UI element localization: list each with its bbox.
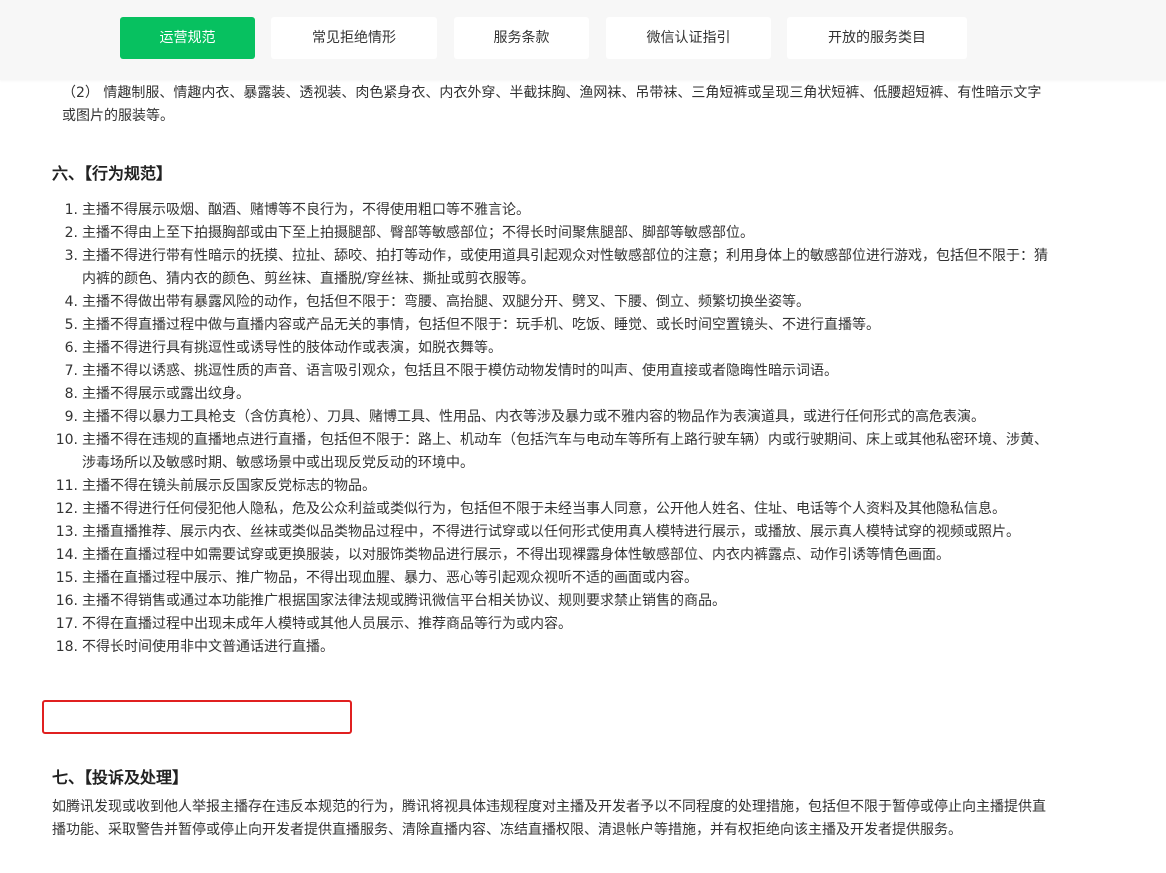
list-item: 14. 主播在直播过程中如需要试穿或更换服装，以对服饰类物品进行展示，不得出现裸露… bbox=[55, 547, 950, 563]
rule-18-highlight-box bbox=[42, 700, 352, 734]
list-item: 13. 主播直播推荐、展示内衣、丝袜或类似品类物品过程中，不得进行试穿或以任何形式… bbox=[55, 524, 1020, 540]
tab-wechat-certification-guide[interactable]: 微信认证指引 bbox=[606, 17, 771, 59]
list-item: 9. 主播不得以暴力工具枪支（含仿真枪）、刀具、赌博工具、性用品、内衣等涉及暴力或… bbox=[64, 409, 985, 425]
list-item: 2. 主播不得由上至下拍摄胸部或由下至上拍摄腿部、臀部等敏感部位；不得长时间聚焦腿… bbox=[64, 225, 754, 241]
complaints-paragraph: 如腾讯发现或收到他人举报主播存在违反本规范的行为，腾讯将视具体违规程度对主播及开… bbox=[52, 799, 1046, 838]
list-item: 11. 主播不得在镜头前展示反国家反党标志的物品。 bbox=[55, 478, 376, 494]
list-item: 17. 不得在直播过程中出现未成年人模特或其他人员展示、推荐商品等行为或内容。 bbox=[55, 616, 572, 632]
section-7-heading: 七、【投诉及处理】 bbox=[52, 768, 189, 787]
list-item: 4. 主播不得做出带有暴露风险的动作，包括但不限于：弯腰、高抬腿、双腿分开、劈叉、… bbox=[64, 294, 810, 310]
list-item: 15. 主播在直播过程中展示、推广物品，不得出现血腥、暴力、恶心等引起观众视听不适… bbox=[55, 570, 698, 586]
tab-service-terms[interactable]: 服务条款 bbox=[454, 17, 589, 59]
list-item: 6. 主播不得进行具有挑逗性或诱导性的肢体动作或表演，如脱衣舞等。 bbox=[64, 340, 502, 356]
list-item: 5. 主播不得直播过程中做与直播内容或产品无关的事情，包括但不限于：玩手机、吃饭、… bbox=[64, 317, 880, 333]
top-nav-bar: 运营规范 常见拒绝情形 服务条款 微信认证指引 开放的服务类目 bbox=[0, 0, 1166, 80]
list-item: 10. 主播不得在违规的直播地点进行直播，包括但不限于：路上、机动车（包括汽车与电… bbox=[55, 432, 1048, 471]
behavior-rules-list: 1. 主播不得展示吸烟、酗酒、赌博等不良行为，不得使用粗口等不雅言论。 2. 主播不… bbox=[52, 199, 1052, 659]
tab-common-rejections[interactable]: 常见拒绝情形 bbox=[271, 17, 437, 59]
list-item: 7. 主播不得以诱惑、挑逗性质的声音、语言吸引观众，包括且不限于模仿动物发情时的叫… bbox=[64, 363, 838, 379]
list-item: 16. 主播不得销售或通过本功能推广根据国家法律法规或腾讯微信平台相关协议、规则要… bbox=[55, 593, 726, 609]
list-item: 18. 不得长时间使用非中文普通话进行直播。 bbox=[55, 639, 334, 655]
tab-operation-rules[interactable]: 运营规范 bbox=[120, 17, 255, 59]
list-item: 3. 主播不得进行带有性暗示的抚摸、拉扯、舔咬、拍打等动作，或使用道具引起观众对性… bbox=[64, 248, 1048, 287]
list-item: 8. 主播不得展示或露出纹身。 bbox=[64, 386, 250, 402]
section-6-heading: 六、【行为规范】 bbox=[52, 164, 173, 183]
clothing-rule-paragraph: （2） 情趣制服、情趣内衣、暴露装、透视装、肉色紧身衣、内衣外穿、半截抹胸、渔网… bbox=[62, 85, 1042, 124]
tab-open-service-categories[interactable]: 开放的服务类目 bbox=[787, 17, 967, 59]
document-content: （2） 情趣制服、情趣内衣、暴露装、透视装、肉色紧身衣、内衣外穿、半截抹胸、渔网… bbox=[0, 0, 1166, 873]
list-item: 12. 主播不得进行任何侵犯他人隐私，危及公众利益或类似行为，包括但不限于未经当事… bbox=[55, 501, 1006, 517]
list-item: 1. 主播不得展示吸烟、酗酒、赌博等不良行为，不得使用粗口等不雅言论。 bbox=[64, 202, 530, 218]
